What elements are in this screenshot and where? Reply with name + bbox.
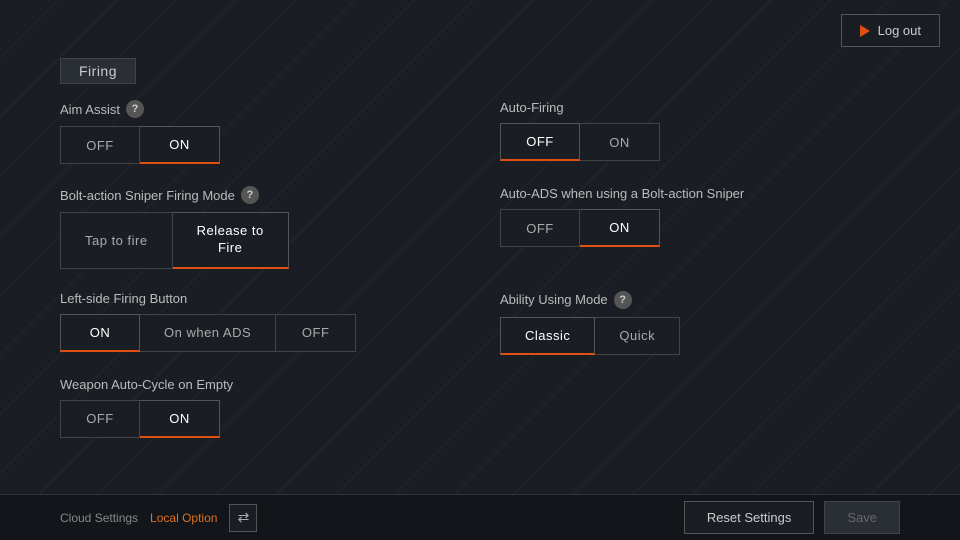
quick-btn[interactable]: Quick bbox=[595, 317, 680, 355]
logout-label: Log out bbox=[878, 23, 921, 38]
bolt-sniper-help-icon[interactable]: ? bbox=[241, 186, 259, 204]
reset-settings-button[interactable]: Reset Settings bbox=[684, 501, 815, 534]
cloud-settings-label: Cloud Settings bbox=[60, 511, 138, 525]
auto-ads-btn-group: OFF ON bbox=[500, 209, 900, 247]
ability-mode-help-icon[interactable]: ? bbox=[614, 291, 632, 309]
left-side-off-btn[interactable]: OFF bbox=[276, 314, 356, 352]
aim-assist-group: Aim Assist ? OFF ON bbox=[60, 100, 460, 164]
auto-ads-label: Auto-ADS when using a Bolt-action Sniper bbox=[500, 186, 900, 201]
auto-ads-on-btn[interactable]: ON bbox=[580, 209, 660, 247]
weapon-cycle-on-btn[interactable]: ON bbox=[140, 400, 220, 438]
ability-mode-label: Ability Using Mode ? bbox=[500, 291, 900, 309]
weapon-cycle-off-btn[interactable]: OFF bbox=[60, 400, 140, 438]
section-header: Firing bbox=[60, 58, 136, 84]
settings-grid: Aim Assist ? OFF ON Auto-Firing OFF ON B… bbox=[60, 100, 900, 460]
auto-firing-off-btn[interactable]: OFF bbox=[500, 123, 580, 161]
weapon-auto-cycle-group: Weapon Auto-Cycle on Empty OFF ON bbox=[60, 377, 460, 438]
aim-assist-label: Aim Assist ? bbox=[60, 100, 460, 118]
auto-firing-group: Auto-Firing OFF ON bbox=[500, 100, 900, 164]
auto-firing-on-btn[interactable]: ON bbox=[580, 123, 660, 161]
auto-firing-btn-group: OFF ON bbox=[500, 123, 900, 161]
local-option-label[interactable]: Local Option bbox=[150, 511, 217, 525]
left-side-on-btn[interactable]: ON bbox=[60, 314, 140, 352]
bolt-sniper-btn-group: Tap to fire Release toFire bbox=[60, 212, 460, 269]
release-to-fire-btn[interactable]: Release toFire bbox=[173, 212, 289, 269]
save-button[interactable]: Save bbox=[824, 501, 900, 534]
left-side-button-label: Left-side Firing Button bbox=[60, 291, 460, 306]
aim-assist-on-btn[interactable]: ON bbox=[140, 126, 220, 164]
auto-ads-group: Auto-ADS when using a Bolt-action Sniper… bbox=[500, 186, 900, 269]
ability-mode-btn-group: Classic Quick bbox=[500, 317, 900, 355]
classic-btn[interactable]: Classic bbox=[500, 317, 595, 355]
ability-mode-group: Ability Using Mode ? Classic Quick bbox=[500, 291, 900, 355]
main-content: Firing Aim Assist ? OFF ON Auto-Firing O… bbox=[0, 0, 960, 460]
tap-to-fire-btn[interactable]: Tap to fire bbox=[60, 212, 173, 269]
bolt-sniper-group: Bolt-action Sniper Firing Mode ? Tap to … bbox=[60, 186, 460, 269]
weapon-auto-cycle-label: Weapon Auto-Cycle on Empty bbox=[60, 377, 460, 392]
aim-assist-help-icon[interactable]: ? bbox=[126, 100, 144, 118]
weapon-auto-cycle-btn-group: OFF ON bbox=[60, 400, 460, 438]
auto-ads-off-btn[interactable]: OFF bbox=[500, 209, 580, 247]
bolt-sniper-label: Bolt-action Sniper Firing Mode ? bbox=[60, 186, 460, 204]
bottom-right: Reset Settings Save bbox=[684, 501, 900, 534]
bottom-bar: Cloud Settings Local Option ⇄ Reset Sett… bbox=[0, 494, 960, 540]
auto-firing-label: Auto-Firing bbox=[500, 100, 900, 115]
transfer-icon[interactable]: ⇄ bbox=[229, 504, 257, 532]
left-side-btn-group: ON On when ADS OFF bbox=[60, 314, 460, 352]
left-side-button-group: Left-side Firing Button ON On when ADS O… bbox=[60, 291, 460, 355]
section-title: Firing bbox=[79, 63, 117, 79]
aim-assist-off-btn[interactable]: OFF bbox=[60, 126, 140, 164]
aim-assist-btn-group: OFF ON bbox=[60, 126, 460, 164]
play-icon bbox=[860, 25, 870, 37]
logout-button[interactable]: Log out bbox=[841, 14, 940, 47]
left-side-ads-btn[interactable]: On when ADS bbox=[140, 314, 276, 352]
